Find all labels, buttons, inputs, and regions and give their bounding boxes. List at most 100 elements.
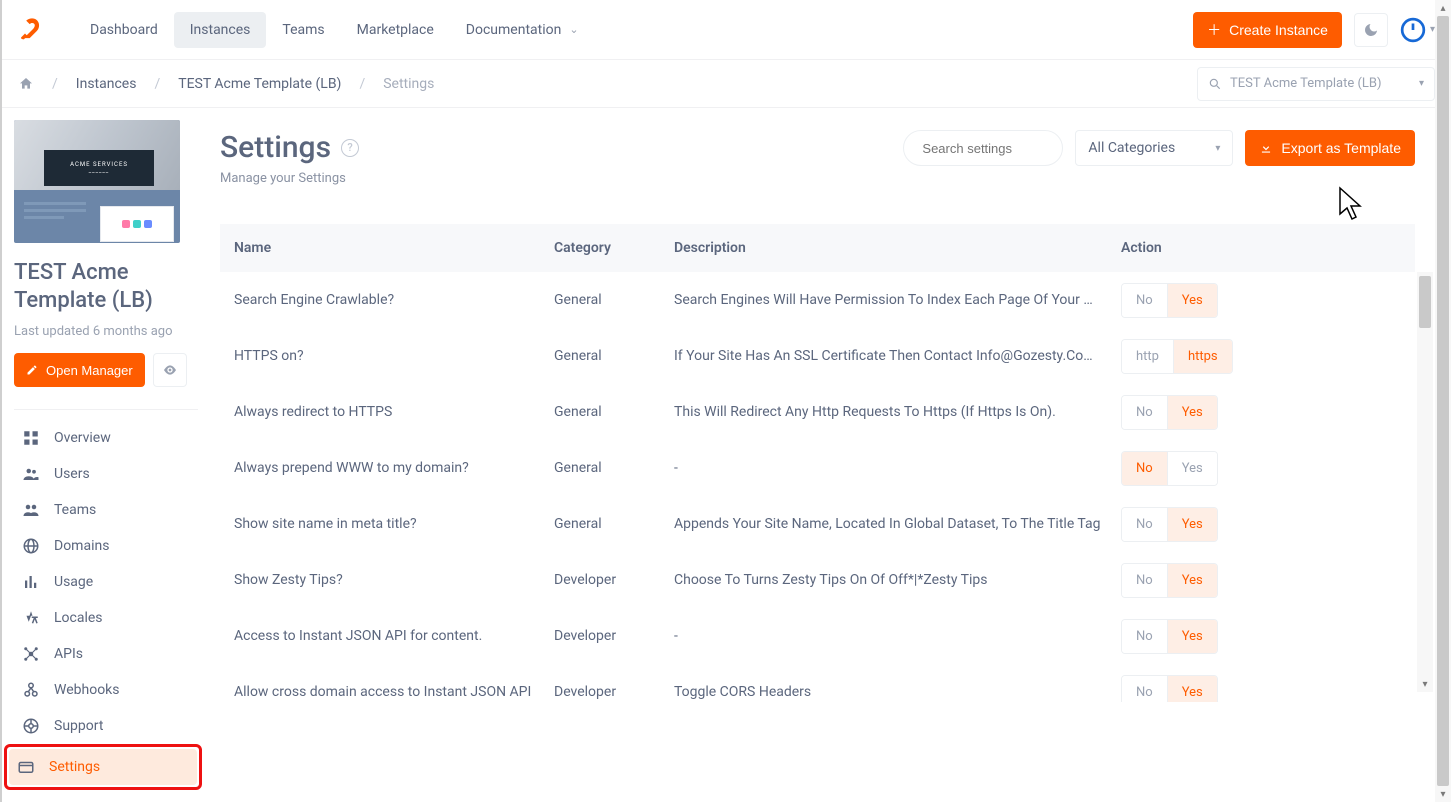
header-category: Category (554, 240, 674, 256)
help-icon[interactable]: ? (341, 139, 359, 157)
sidebar-item-support[interactable]: Support (14, 708, 198, 744)
nav-documentation-label: Documentation (466, 22, 562, 38)
chevron-down-icon: ▾ (1419, 78, 1424, 89)
export-template-label: Export as Template (1281, 140, 1401, 156)
table-row: Show site name in meta title? General Ap… (220, 496, 1415, 552)
scrollbar-down-arrow[interactable]: ▾ (1417, 676, 1433, 692)
cell-action: NoYes (1121, 507, 1401, 542)
toggle-option-yes[interactable]: Yes (1167, 284, 1217, 317)
preview-button[interactable] (153, 353, 187, 387)
cell-category: General (554, 292, 674, 308)
theme-toggle-button[interactable] (1354, 13, 1388, 47)
sidebar-item-label: Teams (54, 502, 96, 518)
sidebar-item-label: Users (54, 466, 90, 482)
globe-icon (22, 537, 40, 555)
cell-name: Allow cross domain access to Instant JSO… (234, 684, 554, 700)
toggle-option-no[interactable]: No (1122, 508, 1167, 541)
sidebar-item-users[interactable]: Users (14, 456, 198, 492)
bars-icon (22, 573, 40, 591)
breadcrumb-separator: / (154, 76, 160, 92)
cell-name: Show Zesty Tips? (234, 572, 554, 588)
create-instance-button[interactable]: ＋ Create Instance (1193, 12, 1342, 48)
cell-description: - (674, 628, 1121, 644)
sidebar-item-apis[interactable]: APIs (14, 636, 198, 672)
nav-marketplace[interactable]: Marketplace (341, 12, 450, 48)
create-instance-label: Create Instance (1229, 22, 1328, 38)
breadcrumb-instance-name[interactable]: TEST Acme Template (LB) (178, 76, 341, 92)
thumb-title: ACME SERVICES (70, 161, 128, 168)
teams-icon (22, 501, 40, 519)
toggle-group: NoYes (1121, 507, 1218, 542)
toggle-option-no[interactable]: No (1122, 452, 1167, 485)
scrollbar-up-arrow[interactable]: ▴ (1435, 0, 1451, 16)
window-scrollbar[interactable]: ▴ ▾ (1435, 0, 1451, 802)
toggle-group: NoYes (1121, 451, 1218, 486)
cell-action: NoYes (1121, 675, 1401, 703)
export-template-button[interactable]: Export as Template (1245, 130, 1415, 166)
cell-name: Always redirect to HTTPS (234, 404, 554, 420)
open-manager-button[interactable]: Open Manager (14, 353, 145, 387)
toggle-option-no[interactable]: No (1122, 676, 1167, 703)
table-row: Access to Instant JSON API for content. … (220, 608, 1415, 664)
toggle-option-yes[interactable]: Yes (1167, 452, 1217, 485)
toggle-option-yes[interactable]: Yes (1167, 620, 1217, 653)
cell-category: Developer (554, 572, 674, 588)
support-icon (22, 717, 40, 735)
chevron-down-icon: ▾ (1215, 143, 1220, 154)
scrollbar-down-arrow[interactable]: ▾ (1435, 786, 1451, 802)
chevron-down-icon: ⌄ (569, 23, 578, 36)
user-menu-button[interactable]: ▾ (1400, 17, 1435, 43)
instance-switcher-value: TEST Acme Template (LB) (1230, 76, 1411, 91)
pencil-icon (26, 364, 38, 376)
cell-action: NoYes (1121, 451, 1401, 486)
breadcrumb-instances[interactable]: Instances (76, 76, 137, 92)
instance-title: TEST Acme Template (LB) (14, 259, 198, 316)
api-icon (22, 645, 40, 663)
instance-switcher[interactable]: TEST Acme Template (LB) ▾ (1197, 67, 1435, 101)
table-scrollbar[interactable]: ▾ (1417, 272, 1433, 692)
sidebar-item-usage[interactable]: Usage (14, 564, 198, 600)
sidebar-item-label: Locales (54, 610, 103, 626)
toggle-group: NoYes (1121, 283, 1218, 318)
toggle-option-no[interactable]: No (1122, 284, 1167, 317)
toggle-option-https[interactable]: https (1173, 340, 1232, 373)
sidebar-item-teams[interactable]: Teams (14, 492, 198, 528)
nav-documentation[interactable]: Documentation ⌄ (450, 12, 595, 48)
cell-description: Appends Your Site Name, Located In Globa… (674, 516, 1121, 532)
cell-description: If Your Site Has An SSL Certificate Then… (674, 348, 1121, 364)
toggle-option-no[interactable]: No (1122, 564, 1167, 597)
nav-dashboard[interactable]: Dashboard (74, 12, 174, 48)
zesty-logo[interactable] (18, 16, 46, 44)
page-title: Settings? (220, 130, 359, 165)
sidebar-item-settings[interactable]: Settings (9, 749, 197, 785)
toggle-option-no[interactable]: No (1122, 620, 1167, 653)
sidebar-item-webhooks[interactable]: Webhooks (14, 672, 198, 708)
breadcrumb-separator: / (359, 76, 365, 92)
toggle-option-yes[interactable]: Yes (1167, 676, 1217, 703)
nav-teams[interactable]: Teams (266, 12, 340, 48)
toggle-option-yes[interactable]: Yes (1167, 508, 1217, 541)
cell-action: httphttps (1121, 339, 1401, 374)
scrollbar-thumb[interactable] (1437, 16, 1449, 786)
home-icon[interactable] (18, 76, 34, 92)
toggle-option-yes[interactable]: Yes (1167, 564, 1217, 597)
settings-search-input[interactable] (922, 141, 1098, 156)
cell-description: Toggle CORS Headers (674, 684, 1121, 700)
category-select[interactable]: All Categories ▾ (1075, 130, 1233, 166)
sidebar-item-domains[interactable]: Domains (14, 528, 198, 564)
scrollbar-thumb[interactable] (1419, 276, 1431, 328)
nav-right: ＋ Create Instance ▾ (1193, 12, 1435, 48)
toggle-option-no[interactable]: No (1122, 396, 1167, 429)
toggle-group: NoYes (1121, 619, 1218, 654)
settings-search[interactable] (903, 130, 1063, 166)
sidebar-item-locales[interactable]: Locales (14, 600, 198, 636)
nav-instances[interactable]: Instances (174, 12, 267, 48)
header-description: Description (674, 240, 1121, 256)
sidebar-item-overview[interactable]: Overview (14, 420, 198, 456)
users-icon (22, 465, 40, 483)
table-row: Search Engine Crawlable? General Search … (220, 272, 1415, 328)
toggle-group: NoYes (1121, 675, 1218, 703)
toggle-option-http[interactable]: http (1122, 340, 1173, 373)
toggle-option-yes[interactable]: Yes (1167, 396, 1217, 429)
main-content: Settings? Manage your Settings All Categ… (206, 108, 1451, 802)
